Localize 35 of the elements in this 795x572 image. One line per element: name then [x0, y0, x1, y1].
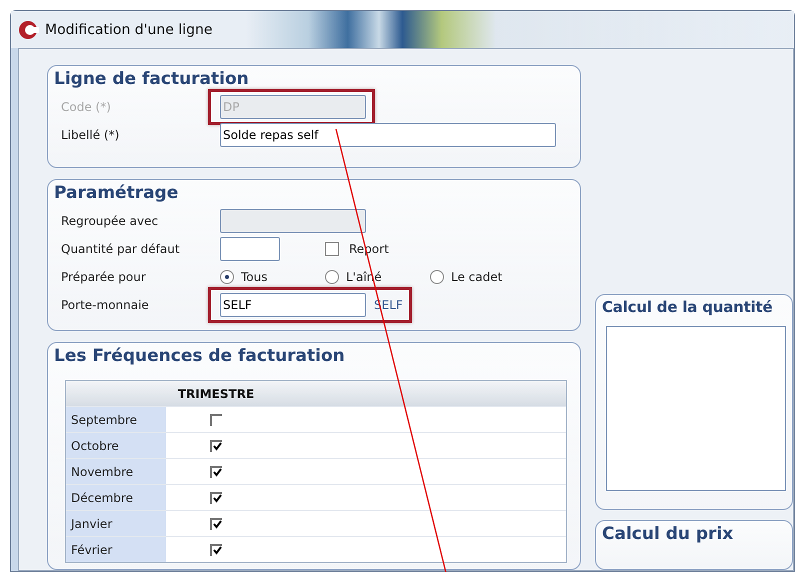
- checkbox[interactable]: [210, 544, 222, 556]
- field-label: Préparée pour: [60, 270, 147, 284]
- month-cell: Janvier: [66, 511, 166, 536]
- radio-button[interactable]: [220, 270, 234, 284]
- radio-button[interactable]: [430, 270, 444, 284]
- section-title: Paramétrage: [54, 182, 180, 203]
- app-logo-icon: [17, 18, 39, 40]
- section-title: Les Fréquences de facturation: [54, 346, 346, 366]
- checkbox[interactable]: [210, 518, 222, 530]
- field-label: Regroupée avec: [60, 214, 160, 228]
- radio-button[interactable]: [325, 270, 339, 284]
- field-label: Porte-monnaie: [60, 298, 150, 312]
- checkbox[interactable]: [325, 242, 339, 256]
- month-cell: Décembre: [66, 485, 166, 510]
- text-field[interactable]: SELF: [220, 292, 366, 317]
- radio-option[interactable]: Tous: [220, 270, 325, 284]
- section-title: Calcul du prix: [602, 524, 734, 544]
- checkbox[interactable]: [210, 414, 222, 426]
- checkbox[interactable]: [210, 440, 222, 452]
- number-field[interactable]: [220, 236, 280, 261]
- month-cell: Octobre: [66, 433, 166, 458]
- field-label: Libellé (*): [60, 128, 120, 142]
- column-header: TRIMESTRE: [176, 386, 256, 400]
- month-cell: Novembre: [66, 459, 166, 484]
- checkbox[interactable]: [210, 492, 222, 504]
- month-cell: Février: [66, 537, 166, 562]
- section-title: Ligne de facturation: [54, 69, 250, 89]
- radio-option[interactable]: Le cadet: [430, 270, 535, 284]
- field-label: Code (*): [60, 100, 112, 114]
- window-title: Modification d'une ligne: [45, 22, 212, 38]
- section-title: Calcul de la quantité: [602, 298, 774, 316]
- checkbox[interactable]: [210, 466, 222, 478]
- text-field[interactable]: Solde repas self: [220, 123, 556, 147]
- field-label: Quantité par défaut: [60, 242, 181, 256]
- month-cell: Septembre: [66, 407, 166, 432]
